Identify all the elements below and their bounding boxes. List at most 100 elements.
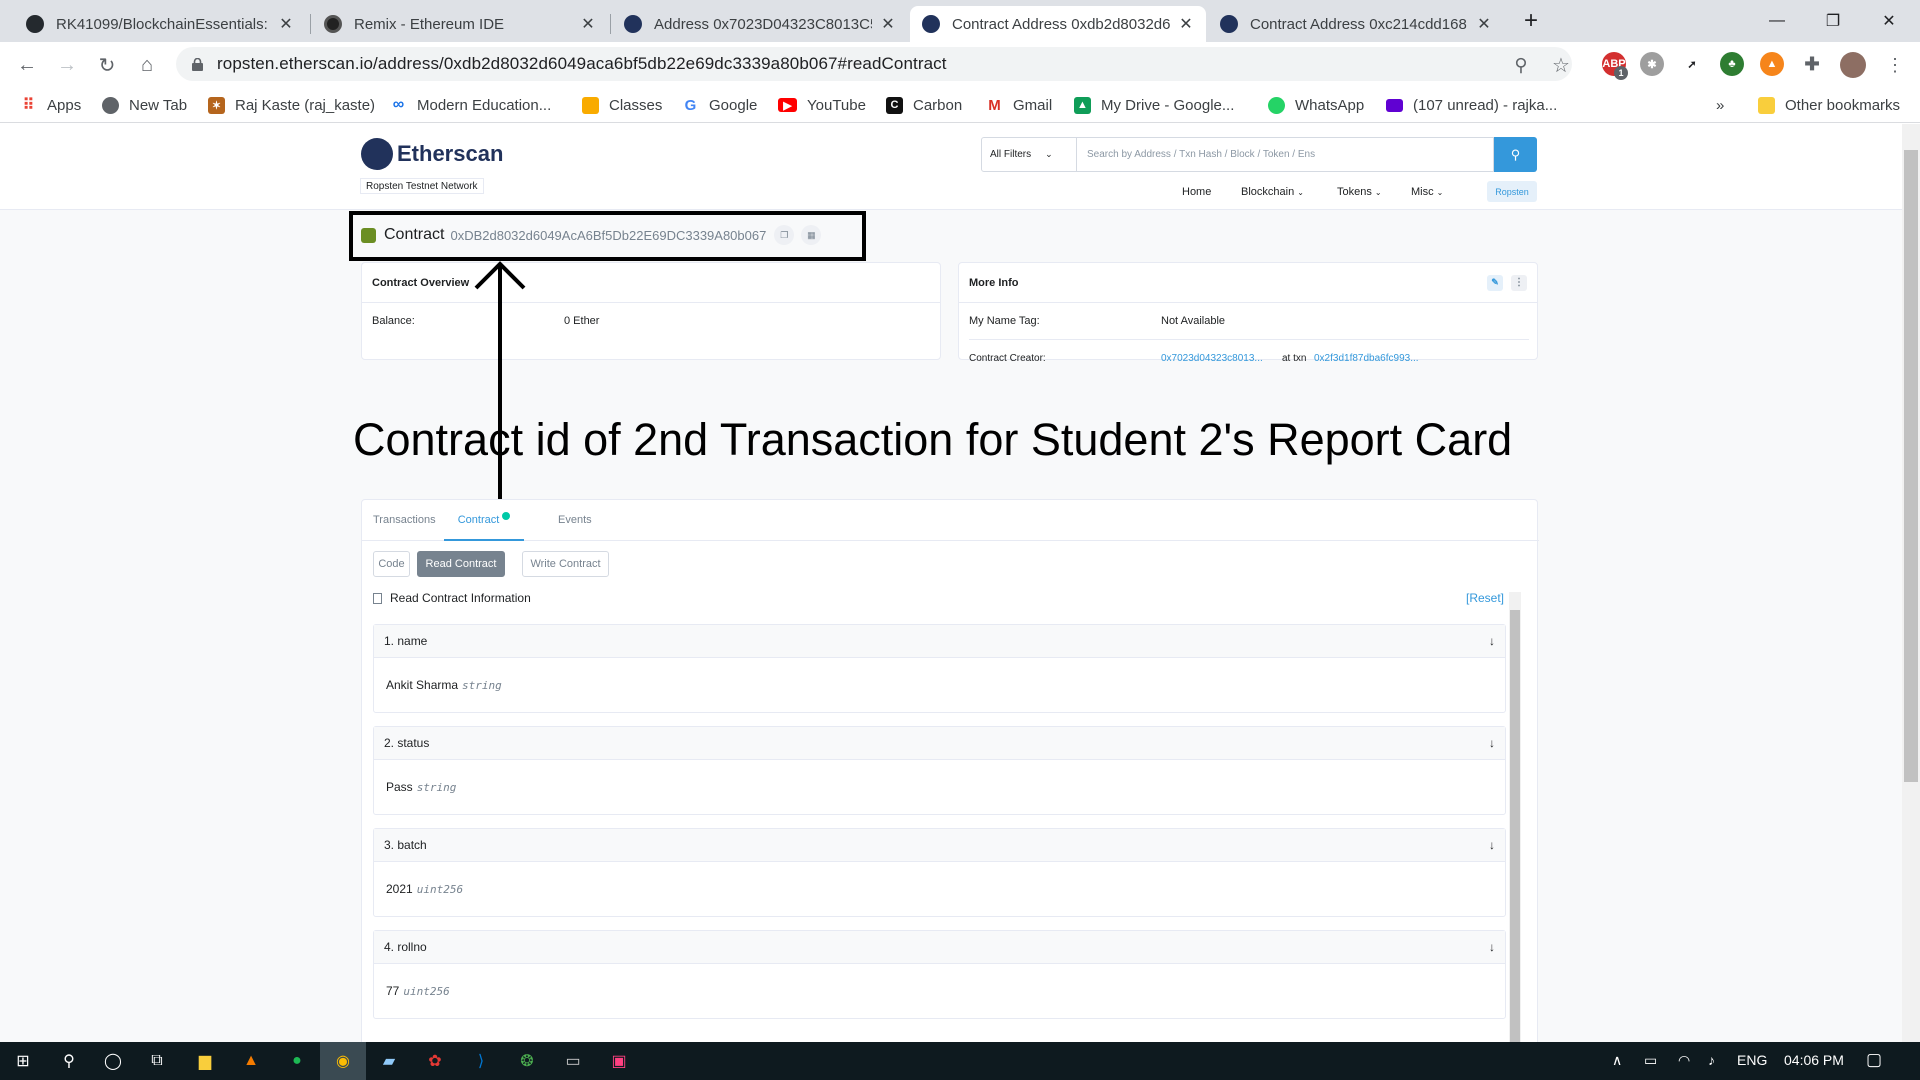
minimize-button[interactable]: — [1754,0,1800,42]
paint-icon[interactable]: ✿ [412,1042,458,1080]
terminal-icon[interactable]: ▭ [550,1042,596,1080]
bookmark-my-drive[interactable]: ▲ My Drive - Google... [1074,95,1234,115]
new-tab-button[interactable]: + [1508,0,1554,42]
etherscan-logo[interactable]: Etherscan [361,138,503,170]
creator-address-link[interactable]: 0x7023d04323c8013... [1161,353,1263,364]
language-indicator[interactable]: ENG [1737,1052,1767,1068]
extensions-puzzle-icon[interactable]: ✚ [1800,52,1824,76]
search-button[interactable]: ⚲ [1494,137,1537,172]
volume-icon[interactable]: ♪ [1708,1052,1715,1068]
bookmark-raj-kaste[interactable]: ✶ Raj Kaste (raj_kaste) [208,95,375,115]
home-button[interactable]: ⌂ [132,50,162,80]
forward-button[interactable]: → [52,50,82,80]
bookmark-star-icon[interactable]: ☆ [1546,50,1576,80]
spotify-icon[interactable]: ● [274,1042,320,1080]
battery-icon[interactable]: ▭ [1644,1052,1657,1069]
reload-button[interactable]: ↻ [92,50,122,80]
tab-github[interactable]: RK41099/BlockchainEssentials: Bl ✕ [14,6,306,42]
network-app-icon[interactable]: ❂ [504,1042,550,1080]
filter-select[interactable]: All Filters ⌄ [981,137,1077,172]
address-bar[interactable]: ropsten.etherscan.io/address/0xdb2d8032d… [176,47,1572,81]
other-bookmarks[interactable]: Other bookmarks [1758,95,1900,115]
back-button[interactable]: ← [12,50,42,80]
read-contract-button[interactable]: Read Contract [417,551,505,577]
metamask-icon[interactable]: ▲ [1760,52,1784,76]
more-options-icon[interactable]: ⋮ [1511,274,1527,291]
tab-contract[interactable]: Contract [444,500,524,541]
vscode-icon[interactable]: ⟩ [458,1042,504,1080]
bookmark-youtube[interactable]: ▶ YouTube [778,95,866,115]
clock[interactable]: 04:06 PM [1784,1052,1844,1068]
chrome-icon[interactable]: ◉ [320,1042,366,1080]
bookmark-google[interactable]: G Google [682,95,758,115]
bookmark-modern-education[interactable]: ∞ Modern Education... [390,95,551,115]
nav-blockchain[interactable]: Blockchain ⌄ [1241,186,1304,198]
bookmark-whatsapp[interactable]: WhatsApp [1268,95,1364,115]
tab-address[interactable]: Address 0x7023D04323C8013C5F ✕ [612,6,908,42]
close-icon[interactable]: ✕ [278,14,294,34]
nav-tokens[interactable]: Tokens ⌄ [1337,186,1382,198]
menu-kebab-icon[interactable]: ⋮ [1880,50,1910,80]
tab-contract-active[interactable]: Contract Address 0xdb2d8032d6 ✕ [910,6,1206,42]
tree-icon[interactable]: ♣ [1720,52,1744,76]
bug-icon[interactable]: ✱ [1640,52,1664,76]
code-button[interactable]: Code [373,551,410,577]
bookmark-gmail[interactable]: M Gmail [986,95,1052,115]
notepad-icon[interactable]: ▰ [366,1042,412,1080]
arrow-down-icon: ↓ [1489,940,1495,954]
more-info-card: More Info ✎ ⋮ My Name Tag: Not Available… [958,262,1538,364]
notifications-icon[interactable]: ▢ [1866,1050,1882,1070]
bookmark-classes[interactable]: Classes [582,95,662,115]
windows-start-icon[interactable]: ⊞ [0,1042,46,1080]
copy-icon[interactable]: ❐ [774,225,795,245]
lock-icon [192,57,203,71]
wifi-icon[interactable]: ◠ [1678,1052,1690,1069]
accordion-header[interactable]: 1. name ↓ [374,625,1505,658]
creator-txn-link[interactable]: 0x2f3d1f87dba6fc993... [1314,353,1419,364]
tab-title: Contract Address 0xc214cdd168 [1250,15,1467,33]
close-window-button[interactable]: ✕ [1866,0,1912,42]
tab-events[interactable]: Events [558,514,592,526]
zoom-icon[interactable]: ⚲ [1506,50,1536,80]
bookmark-new-tab[interactable]: New Tab [102,95,187,115]
tab-contract-2[interactable]: Contract Address 0xc214cdd168 ✕ [1208,6,1504,42]
reset-link[interactable]: [Reset] [1466,591,1504,605]
nav-misc[interactable]: Misc ⌄ [1411,186,1443,198]
page-scrollbar-thumb[interactable] [1904,150,1918,782]
close-icon[interactable]: ✕ [1178,14,1194,34]
close-icon[interactable]: ✕ [1476,14,1492,34]
bookmark-carbon[interactable]: C Carbon [886,95,962,115]
card-title: More Info [969,276,1019,289]
tab-remix[interactable]: Remix - Ethereum IDE ✕ [312,6,608,42]
read-contract-info: Read Contract Information [373,591,531,605]
accordion-header[interactable]: 3. batch ↓ [374,829,1505,862]
tray-up-arrow-icon[interactable]: ∧ [1612,1052,1622,1069]
whatsapp-icon [1268,96,1285,114]
accordion-header[interactable]: 2. status ↓ [374,727,1505,760]
close-icon[interactable]: ✕ [880,14,896,34]
close-icon[interactable]: ✕ [580,14,596,34]
qr-code-icon[interactable]: ▦ [801,225,822,245]
task-view-icon[interactable]: ⧉ [134,1042,180,1080]
tab-transactions[interactable]: Transactions [373,514,436,526]
hyper-icon[interactable]: ▣ [596,1042,642,1080]
vlc-icon[interactable]: ▲ [228,1042,274,1080]
bookmark-yahoo-mail[interactable]: (107 unread) - rajka... [1386,95,1557,115]
write-contract-button[interactable]: Write Contract [522,551,609,577]
inner-scrollbar-thumb[interactable] [1510,610,1520,1042]
accordion-header[interactable]: 4. rollno ↓ [374,931,1505,964]
tab-title: RK41099/BlockchainEssentials: Bl [56,15,270,33]
search-input[interactable]: Search by Address / Txn Hash / Block / T… [1077,137,1494,172]
profile-avatar[interactable] [1840,52,1866,78]
cursor-icon[interactable]: ➚ [1680,52,1704,76]
bookmarks-overflow-button[interactable]: » [1716,95,1724,115]
edit-icon[interactable]: ✎ [1487,274,1503,291]
network-switch-button[interactable]: Ropsten [1487,181,1537,202]
search-icon[interactable]: ⚲ [46,1042,92,1080]
nav-home[interactable]: Home [1182,186,1211,198]
file-explorer-icon[interactable]: ▆ [182,1042,228,1080]
remix-icon [324,15,342,33]
bookmark-apps[interactable]: ⠿ Apps [20,95,82,115]
restore-button[interactable]: ❐ [1810,0,1856,42]
cortana-icon[interactable]: ◯ [90,1042,136,1080]
